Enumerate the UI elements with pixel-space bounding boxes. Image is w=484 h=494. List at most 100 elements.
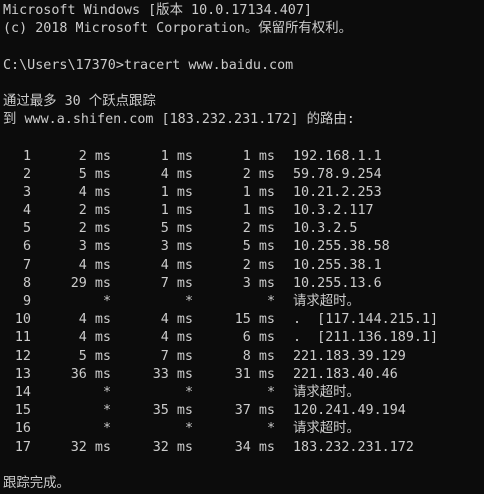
hop-time-2: 4 ms	[160, 330, 193, 346]
hop-time-1: 32 ms	[70, 439, 111, 455]
command-prompt: C:\Users\17370>	[3, 57, 124, 73]
trace-complete-line: 跟踪完成。	[3, 475, 70, 491]
hop-row: 13 36 ms 33 ms 31 ms 221.183.40.46	[3, 366, 484, 384]
hop-number: 9	[22, 294, 31, 309]
hop-time-2: 35 ms	[152, 403, 193, 419]
hop-number: 14	[14, 384, 31, 400]
hop-number: 10	[14, 312, 31, 328]
hop-number: 7	[22, 257, 31, 273]
hop-time-1: 2 ms	[78, 221, 111, 237]
hop-time-2: 32 ms	[152, 439, 193, 455]
hop-time-3: 2 ms	[242, 166, 275, 182]
hop-address: 请求超时。	[293, 384, 360, 400]
hop-number: 4	[22, 203, 31, 219]
hop-time-2: *	[184, 384, 193, 400]
hop-row: 14 * * * 请求超时。	[3, 384, 484, 402]
hop-address: 120.241.49.194	[293, 403, 406, 419]
hop-time-2: *	[184, 294, 193, 309]
trace-target-line: 到 www.a.shifen.com [183.232.231.172] 的路由…	[3, 112, 355, 128]
hop-address: 请求超时。	[293, 294, 360, 309]
hop-time-3: 1 ms	[242, 184, 275, 200]
hop-time-1: *	[102, 421, 111, 437]
hop-time-2: 4 ms	[160, 312, 193, 328]
hop-time-3: 5 ms	[242, 239, 275, 255]
hop-number: 12	[14, 348, 31, 364]
hop-address: 10.3.2.5	[293, 221, 358, 237]
hop-address: 10.21.2.253	[293, 184, 382, 200]
hop-number: 8	[22, 275, 31, 291]
hop-time-1: 4 ms	[78, 257, 111, 273]
hop-number: 16	[14, 421, 31, 437]
hop-row: 7 4 ms 4 ms 2 ms 10.255.38.1	[3, 257, 484, 275]
hop-time-1: 4 ms	[78, 330, 111, 346]
hop-address: 221.183.39.129	[293, 348, 406, 364]
hop-time-3: 3 ms	[242, 275, 275, 291]
hop-time-3: 34 ms	[234, 439, 275, 455]
hop-time-1: *	[102, 403, 111, 419]
hop-time-3: 1 ms	[242, 148, 275, 164]
banner-copyright-line: (c) 2018 Microsoft Corporation。保留所有权利。	[3, 21, 352, 37]
hop-time-3: 6 ms	[242, 330, 275, 346]
hop-number: 1	[22, 148, 31, 164]
hop-number: 6	[22, 239, 31, 255]
hop-table: 12 ms 1 ms 1 ms 192.168.1.1 2 5 ms 4 ms 2 ms 59.…	[3, 148, 484, 457]
hop-row: 15 * 35 ms 37 ms 120.241.49.194	[3, 402, 484, 420]
hop-address: . [117.144.215.1]	[293, 312, 439, 328]
hop-time-3: 2 ms	[242, 257, 275, 273]
hop-time-2: 4 ms	[160, 257, 193, 273]
hop-time-1: *	[102, 384, 111, 400]
hop-number: 2	[22, 166, 31, 182]
hop-address: 请求超时。	[293, 421, 360, 437]
hop-row: 1 2 ms 1 ms 1 ms 192.168.1.1	[3, 148, 484, 166]
hop-row: 17 32 ms 32 ms 34 ms 183.232.231.172	[3, 439, 484, 457]
hop-time-3: *	[266, 421, 275, 437]
hop-row: 3 4 ms 1 ms 1 ms 10.21.2.253	[3, 184, 484, 202]
console-window[interactable]: Microsoft Windows [版本 10.0.17134.407] (c…	[0, 0, 484, 494]
hop-time-2: 7 ms	[160, 275, 193, 291]
hop-address: 10.255.38.1	[293, 257, 382, 273]
hop-time-1: 5 ms	[78, 348, 111, 364]
hop-address: 10.255.38.58	[293, 239, 390, 255]
hop-row: 11 4 ms 4 ms 6 ms . [211.136.189.1]	[3, 329, 484, 347]
hop-number: 15	[14, 403, 31, 419]
hop-address: 59.78.9.254	[293, 166, 382, 182]
hop-row: 9 * * * 请求超时。	[3, 293, 484, 311]
hop-time-2: 4 ms	[160, 166, 193, 182]
hop-time-2: 33 ms	[152, 366, 193, 382]
hop-time-3: 31 ms	[234, 366, 275, 382]
hop-time-3: 2 ms	[242, 221, 275, 237]
hop-time-2: 5 ms	[160, 221, 193, 237]
trace-max-hops-line: 通过最多 30 个跃点跟踪	[3, 93, 156, 109]
hop-time-1: 4 ms	[78, 312, 111, 328]
hop-time-1: 29 ms	[70, 275, 111, 291]
hop-number: 3	[22, 184, 31, 200]
hop-row: 5 2 ms 5 ms 2 ms 10.3.2.5	[3, 220, 484, 238]
hop-row: 16 * * * 请求超时。	[3, 420, 484, 438]
hop-address: 10.3.2.117	[293, 203, 374, 219]
hop-time-3: 37 ms	[234, 403, 275, 419]
hop-time-1: 2 ms	[78, 203, 111, 219]
banner-version-line: Microsoft Windows [版本 10.0.17134.407]	[3, 3, 312, 18]
hop-row: 12 5 ms 7 ms 8 ms 221.183.39.129	[3, 348, 484, 366]
hop-address: 183.232.231.172	[293, 439, 414, 455]
hop-time-1: 3 ms	[78, 239, 111, 255]
hop-address: 10.255.13.6	[293, 275, 382, 291]
command-line: C:\Users\17370>tracert www.baidu.com	[3, 57, 484, 75]
hop-address: 192.168.1.1	[293, 148, 382, 164]
hop-time-2: 3 ms	[160, 239, 193, 255]
hop-time-2: 1 ms	[160, 184, 193, 200]
hop-time-3: *	[266, 294, 275, 309]
hop-row: 8 29 ms 7 ms 3 ms 10.255.13.6	[3, 275, 484, 293]
hop-time-3: *	[266, 384, 275, 400]
hop-time-2: 1 ms	[160, 148, 193, 164]
hop-row: 10 4 ms 4 ms 15 ms . [117.144.215.1]	[3, 311, 484, 329]
hop-number: 5	[22, 221, 31, 237]
hop-row: 6 3 ms 3 ms 5 ms 10.255.38.58	[3, 238, 484, 256]
hop-row: 2 5 ms 4 ms 2 ms 59.78.9.254	[3, 166, 484, 184]
hop-time-1: 4 ms	[78, 184, 111, 200]
hop-time-2: 7 ms	[160, 348, 193, 364]
